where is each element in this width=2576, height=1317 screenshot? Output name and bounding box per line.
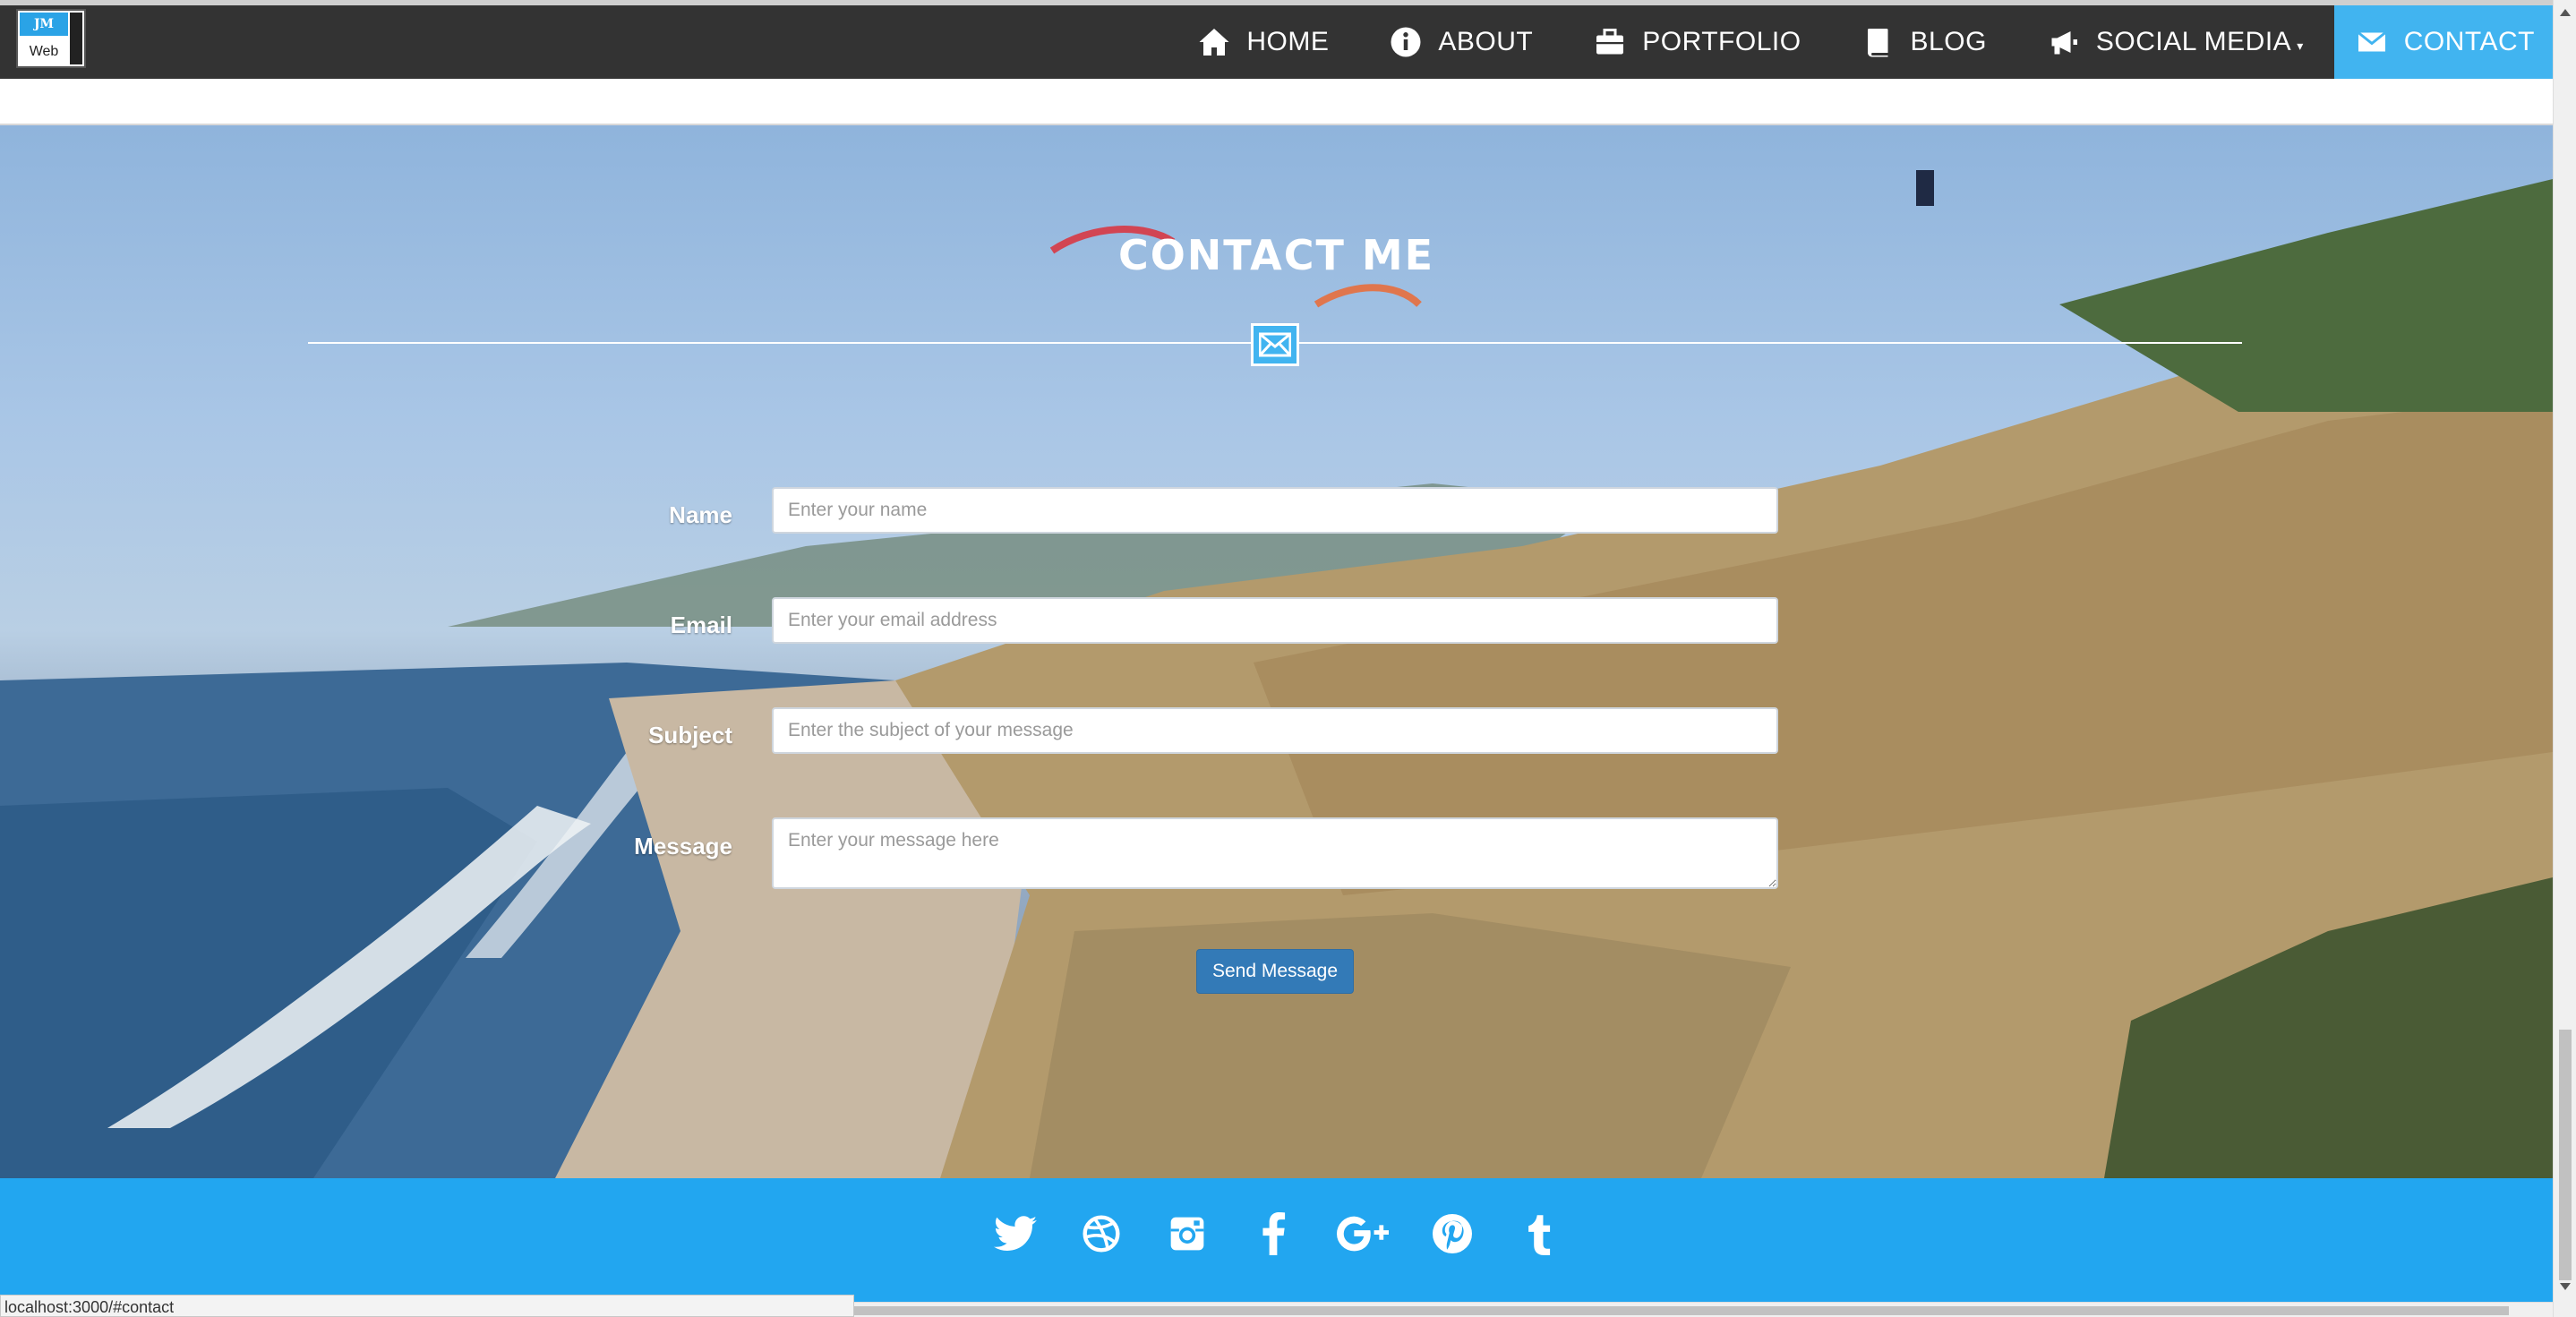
briefcase-icon	[1596, 29, 1624, 55]
subject-field[interactable]	[772, 707, 1778, 754]
email-label: Email	[670, 611, 732, 638]
dribbble-icon[interactable]	[1078, 1210, 1125, 1257]
vertical-scroll-thumb[interactable]	[2559, 1030, 2572, 1280]
name-field[interactable]	[772, 487, 1778, 534]
nav-label-about: ABOUT	[1438, 27, 1534, 56]
megaphone-icon	[2051, 31, 2077, 55]
instagram-icon[interactable]	[1164, 1210, 1211, 1257]
message-label: Message	[634, 833, 732, 859]
nav-item-contact[interactable]: CONTACT	[2333, 5, 2553, 79]
contact-section: CONTACT ME Name Email Subject Message Se…	[0, 125, 2553, 1178]
nav-label-portfolio: PORTFOLIO	[1642, 27, 1801, 56]
nav-label-contact: CONTACT	[2403, 27, 2535, 56]
twitter-icon[interactable]	[992, 1210, 1039, 1257]
nav-item-social-media[interactable]: SOCIAL MEDIA ▾	[2017, 5, 2334, 79]
horizontal-scroll-thumb[interactable]	[852, 1306, 2509, 1315]
social-links	[0, 1210, 2553, 1257]
send-message-button[interactable]: Send Message	[1196, 949, 1354, 994]
vertical-scrollbar[interactable]	[2553, 0, 2576, 1317]
nav-label-social-media: SOCIAL MEDIA	[2095, 27, 2292, 56]
message-field[interactable]	[772, 817, 1778, 889]
chevron-down-icon: ▾	[2297, 38, 2304, 53]
contact-title: CONTACT ME	[1117, 231, 1435, 279]
logo-monogram: JM	[20, 13, 68, 36]
tumblr-icon[interactable]	[1515, 1210, 1562, 1257]
footer	[0, 1178, 2553, 1302]
nav-item-portfolio[interactable]: PORTFOLIO	[1563, 5, 1831, 79]
nav-label-home: HOME	[1246, 27, 1330, 56]
book-icon	[1867, 29, 1888, 57]
logo-text: Web	[29, 44, 59, 59]
info-icon	[1391, 27, 1421, 57]
home-icon	[1199, 29, 1229, 56]
nav-item-home[interactable]: HOME	[1168, 5, 1359, 79]
google-plus-icon[interactable]	[1336, 1210, 1390, 1257]
coastline-background-image	[0, 170, 2553, 1178]
email-field[interactable]	[772, 597, 1778, 644]
nav-label-blog: BLOG	[1910, 27, 1987, 56]
site-logo[interactable]: JM Web	[16, 9, 86, 68]
main-nav: HOME ABOUT PORTFOLIO BLOG SOCIAL MEDIA ▾…	[1168, 5, 2553, 79]
pinterest-icon[interactable]	[1429, 1210, 1476, 1257]
header-band	[0, 79, 2553, 125]
scroll-down-arrow-icon[interactable]	[2560, 1283, 2571, 1290]
status-bar-url: localhost:3000/#contact	[0, 1295, 854, 1317]
name-label: Name	[669, 501, 732, 528]
subject-label: Subject	[648, 722, 732, 748]
envelope-icon	[1251, 323, 1299, 366]
nav-item-blog[interactable]: BLOG	[1832, 5, 2017, 79]
nav-item-about[interactable]: ABOUT	[1359, 5, 1563, 79]
scroll-up-arrow-icon[interactable]	[2560, 9, 2571, 16]
envelope-icon	[2357, 31, 2386, 52]
facebook-icon[interactable]	[1250, 1210, 1297, 1257]
navbar: JM Web HOME ABOUT PORTFOLIO BLOG SOCIAL …	[0, 5, 2553, 79]
logo-side-band	[70, 13, 82, 64]
